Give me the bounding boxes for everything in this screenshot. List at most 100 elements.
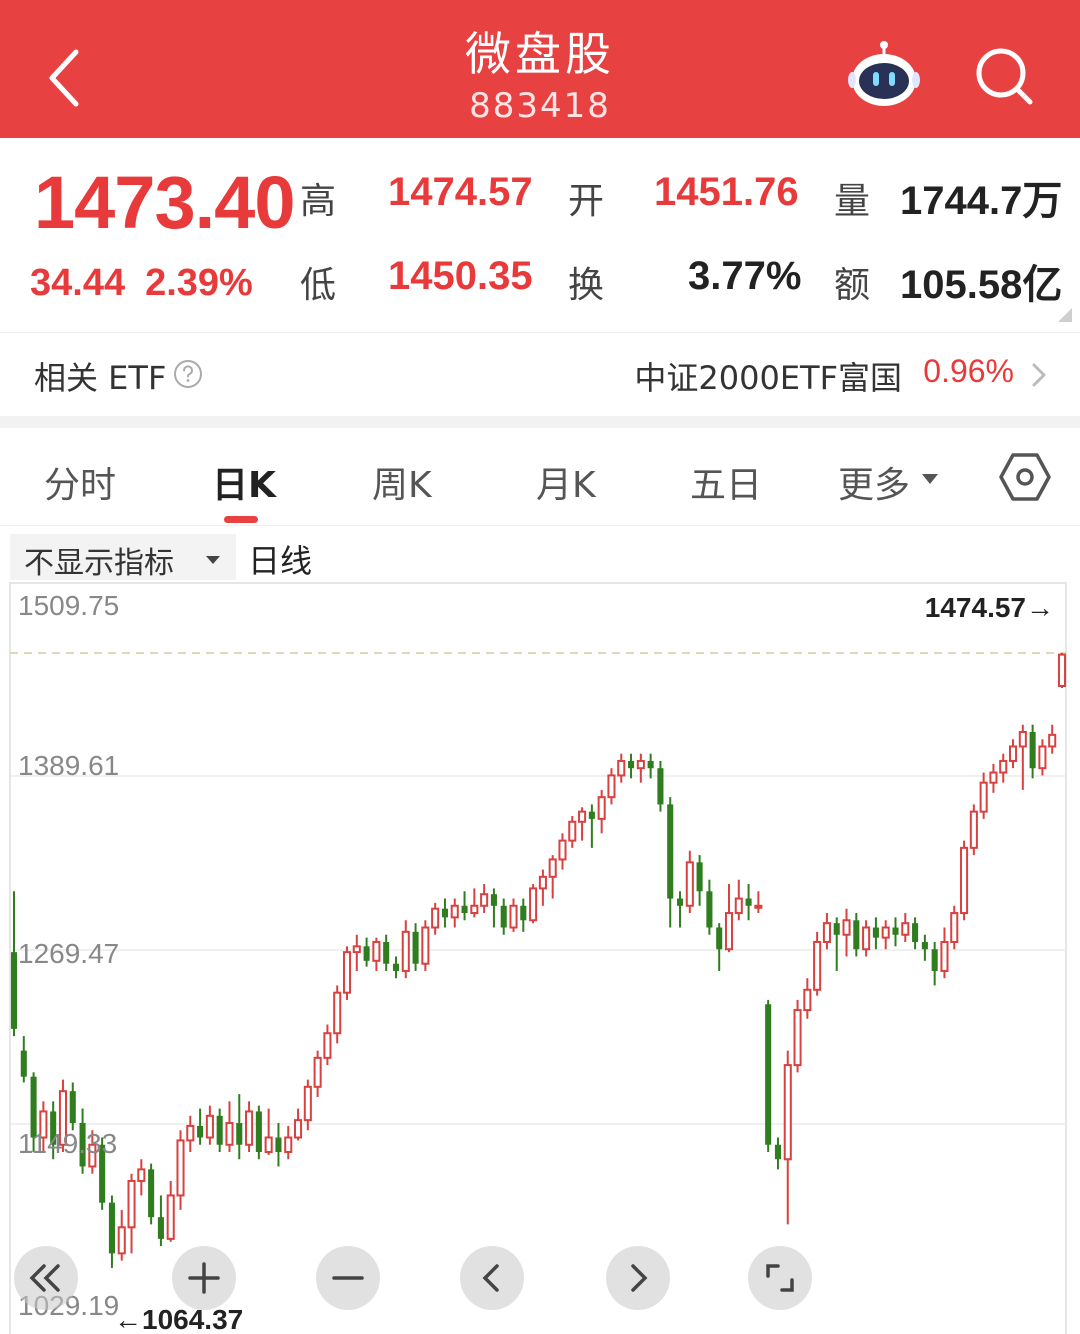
tab-monthly-k[interactable]: 月K [536, 456, 596, 508]
change-value: 34.44 [30, 262, 126, 304]
low-value: 1450.35 [388, 254, 533, 298]
amount-label: 额 [834, 265, 871, 306]
candle-body-up [979, 781, 988, 813]
fullscreen-button[interactable] [748, 1246, 812, 1310]
candle-body-down [765, 1004, 772, 1145]
scroll-left-button[interactable] [460, 1246, 524, 1310]
candle-body-down [216, 1115, 223, 1145]
app-header: 微盘股 883418 [0, 0, 1080, 138]
candle-body-up [734, 897, 743, 915]
candle-body-down [853, 920, 860, 950]
candle-body-up [607, 774, 616, 799]
candle-body-up [617, 759, 626, 777]
plus-icon [188, 1262, 220, 1294]
help-icon[interactable] [172, 358, 204, 390]
candle-body-down [833, 923, 840, 935]
tab-five-day[interactable]: 五日 [690, 456, 762, 508]
turnover-label: 换 [568, 265, 605, 306]
candle-body-down [931, 949, 938, 971]
candle-body-down [647, 760, 654, 769]
candle-body-up [989, 771, 998, 784]
candle-body-down [20, 1050, 27, 1077]
minus-icon [332, 1276, 364, 1280]
indicator-select[interactable]: 不显示指标 [10, 534, 236, 581]
candle-body-up [137, 1168, 146, 1182]
candle-body-up [754, 904, 763, 909]
candle-body-up [724, 912, 734, 951]
assistant-button[interactable] [846, 40, 922, 110]
candle-body-up [323, 1032, 332, 1059]
candle-body-down [588, 811, 595, 819]
candle-body-up [352, 945, 361, 954]
quote-panel: 1473.40 34.44 2.39% 高 1474.57 低 1450.35 开… [0, 138, 1080, 332]
open-label: 开 [568, 181, 605, 222]
scroll-right-button[interactable] [606, 1246, 670, 1310]
tab-more[interactable]: 更多 [838, 456, 910, 508]
candle-body-up [372, 940, 381, 962]
etf-percent: 0.96% [923, 353, 1014, 389]
line-type-label: 日线 [248, 542, 313, 580]
candle-body-down [892, 927, 899, 935]
candle-body-up [264, 1136, 273, 1153]
candle-body-down [108, 1202, 115, 1254]
double-chevron-left-icon [29, 1264, 60, 1292]
tab-intraday[interactable]: 分时 [44, 456, 116, 508]
candle-body-up [245, 1110, 254, 1146]
candle-body-up [578, 810, 587, 823]
candle-body-up [529, 887, 538, 922]
y-tick-label: 1269.47 [18, 938, 120, 969]
high-price-annotation: 1474.57→ [924, 592, 1054, 623]
open-value: 1451.76 [654, 170, 799, 214]
candle-body-up [862, 926, 871, 951]
search-button[interactable] [968, 40, 1040, 112]
candle-body-up [813, 940, 822, 991]
candle-body-down [1029, 731, 1036, 769]
tab-weekly-k[interactable]: 周K [372, 456, 432, 508]
related-etf-row[interactable]: 相关 ETF 中证2000ETF富国 0.96% [0, 332, 1080, 416]
candle-body-down [657, 768, 664, 805]
scroll-to-start-button[interactable] [14, 1246, 78, 1310]
candle-body-down [676, 898, 684, 906]
candle-body-up [822, 922, 831, 943]
candle-body-down [520, 905, 527, 921]
candle-body-down [716, 927, 723, 950]
candle-body-down [363, 946, 370, 961]
candle-body-down [275, 1137, 282, 1152]
candle-body-up [480, 893, 489, 907]
zoom-out-button[interactable] [316, 1246, 380, 1310]
chart-settings-button[interactable] [998, 450, 1052, 504]
expand-corner-icon[interactable] [1058, 308, 1072, 322]
candle-body-up [960, 846, 969, 915]
candle-body-down [392, 963, 400, 971]
candle-body-up [940, 940, 949, 972]
candle-body-down [912, 923, 919, 942]
candle-body-down [706, 891, 713, 928]
search-icon [976, 48, 1033, 105]
zoom-in-button[interactable] [172, 1246, 236, 1310]
candle-body-up [881, 926, 890, 939]
candle-body-up [793, 1009, 802, 1067]
candle-body-down [872, 927, 879, 938]
candle-body-up [509, 904, 518, 929]
etf-label: 相关 ETF [34, 359, 167, 397]
robot-icon [848, 41, 920, 106]
candle-body-down [921, 941, 928, 950]
candle-body-down [69, 1091, 76, 1124]
candle-body-down [745, 898, 752, 906]
tab-daily-k[interactable]: 日K [212, 456, 276, 508]
amount-value: 105.58亿 [900, 263, 1063, 307]
price-change: 34.44 2.39% [30, 262, 273, 305]
candle-body-up [783, 1064, 792, 1161]
candle-body-up [803, 988, 812, 1012]
indicator-row: 不显示指标 日线 [0, 526, 1080, 582]
candle-body-up [342, 951, 352, 994]
caret-down-icon [206, 556, 220, 564]
settings-hexagon-icon [999, 453, 1051, 501]
candle-body-up [901, 922, 910, 936]
candle-body-up [999, 759, 1008, 774]
caret-down-icon [922, 474, 938, 484]
volume-value: 1744.7万 [900, 179, 1063, 223]
kline-chart[interactable]: 1509.75 1389.61 1269.47 1149.33 1029.19 … [0, 582, 1080, 1334]
etf-name: 中证2000ETF富国 [634, 359, 902, 397]
candle-body-down [628, 760, 635, 769]
